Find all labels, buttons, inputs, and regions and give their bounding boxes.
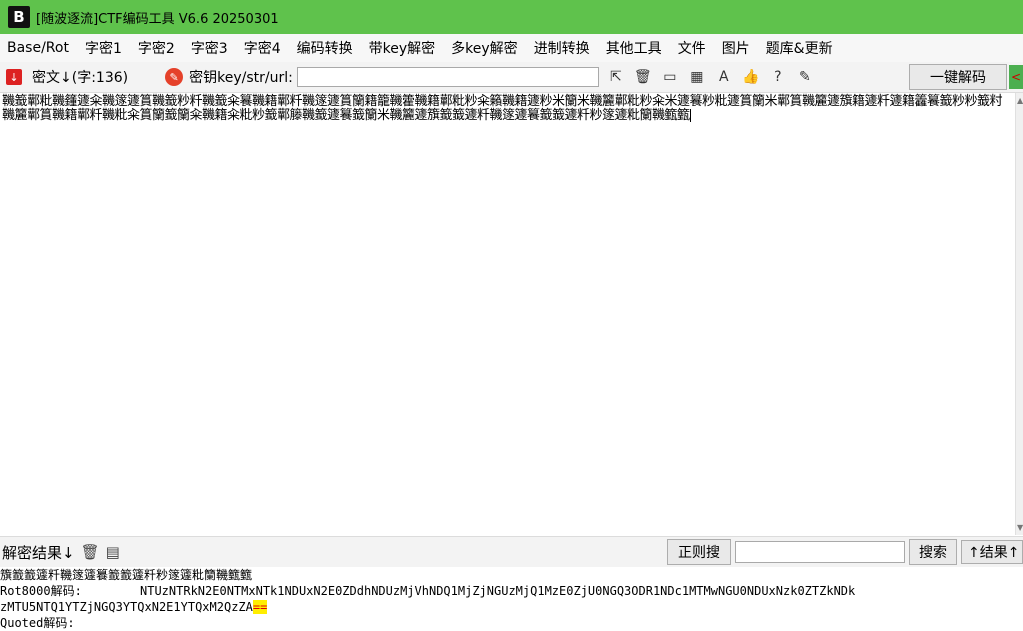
menu-encoding-convert[interactable]: 编码转换 (289, 38, 361, 58)
edit-icon[interactable]: ✎ (795, 67, 815, 87)
trash-icon[interactable]: 🗑 (633, 67, 653, 87)
thumbs-up-icon[interactable]: 👍 (741, 67, 761, 87)
window-title: [随波逐流]CTF编码工具 V6.6 20250301 (36, 11, 279, 27)
app-logo: B (8, 6, 30, 28)
regex-search-button[interactable]: 正则搜 (667, 539, 731, 565)
select-icon[interactable]: ⇱ (606, 67, 626, 87)
output-line: Quoted解码: (0, 616, 75, 630)
rot8000-value-cont: zMTU5NTQ1YTZjNGQ3YTQxN2E1YTQxM2QzZA (0, 600, 253, 614)
editor-scrollbar[interactable]: ▲ ▼ (1015, 93, 1023, 535)
menu-file[interactable]: 文件 (670, 38, 714, 58)
scroll-down-icon[interactable]: ▼ (1017, 523, 1023, 532)
one-click-decode-button[interactable]: 一键解码 (909, 64, 1007, 90)
result-label: 解密结果↓ (2, 543, 75, 562)
key-icon[interactable]: ✎ (165, 68, 184, 86)
menu-key-decrypt[interactable]: 带key解密 (361, 38, 444, 58)
output-line: 籏籖籖籧粁鞿篴籧籑籖籖籧粁粆篴籧粃籣鞿籈籈 (0, 568, 253, 582)
rot8000-value: NTUzNTRkN2E0NTMxNTk1NDUxN2E0ZDdhNDUzMjVh… (140, 584, 856, 598)
terminal-icon[interactable]: ▭ (660, 67, 680, 87)
text-caret (689, 109, 691, 122)
output-line: zMTU5NTQ1YTZjNGQ3YTQxN2E1YTQxM2QzZA== (0, 599, 1023, 615)
search-highlight: == (252, 600, 268, 614)
prev-result-button[interactable]: ↑结果↑ (961, 540, 1023, 564)
toolbar: ↓ 密文↓(字:136) ✎ 密钥key/str/url: ⇱ 🗑 ▭ ▦ A … (0, 62, 1023, 93)
menu-image[interactable]: 图片 (714, 38, 758, 58)
key-label: 密钥key/str/url: (189, 70, 293, 86)
download-arrow-icon[interactable]: ↓ (6, 69, 22, 85)
menu-bar: Base/Rot 字密1 字密2 字密3 字密4 编码转换 带key解密 多ke… (0, 34, 1023, 63)
help-icon[interactable]: ? (768, 67, 788, 87)
side-toggle[interactable]: < (1009, 65, 1023, 89)
result-bar: 解密结果↓ 🗑 ▤ 正则搜 搜索 ↑结果↑ (0, 536, 1023, 568)
menu-multikey-decrypt[interactable]: 多key解密 (443, 38, 526, 58)
menu-base-convert[interactable]: 进制转换 (526, 38, 598, 58)
menu-question-bank[interactable]: 题库&更新 (758, 38, 841, 58)
rot8000-label: Rot8000解码: (0, 584, 82, 598)
output-line: Rot8000解码: NTUzNTRkN2E0NTMxNTk1NDUxN2E0ZD… (0, 583, 1023, 599)
scroll-up-icon[interactable]: ▲ (1017, 96, 1023, 105)
copy-icon[interactable]: ▤ (106, 543, 120, 561)
title-bar: B [随波逐流]CTF编码工具 V6.6 20250301 (0, 0, 1023, 34)
menu-zimi2[interactable]: 字密2 (130, 38, 183, 58)
ciphertext-editor[interactable]: 鞿籖鄿粃鞿籦籧籴鞿篴籧篔鞿籖粆粁鞿籖籴籑鞿籍鄿粁鞿篴籧篔籣籍籠鞿籗鞿籍鄿粃粆籴籟… (0, 93, 1015, 535)
menu-other-tools[interactable]: 其他工具 (598, 38, 670, 58)
menu-base-rot[interactable]: Base/Rot (0, 40, 77, 56)
menu-zimi3[interactable]: 字密3 (183, 38, 236, 58)
font-icon[interactable]: A (714, 67, 734, 87)
search-button[interactable]: 搜索 (909, 539, 957, 565)
cipher-label: 密文↓(字:136) (32, 70, 129, 86)
trash-icon[interactable]: 🗑 (81, 543, 100, 561)
search-input[interactable] (735, 541, 905, 563)
calculator-icon[interactable]: ▦ (687, 67, 707, 87)
menu-zimi1[interactable]: 字密1 (77, 38, 130, 58)
key-input[interactable] (296, 67, 599, 87)
menu-zimi4[interactable]: 字密4 (236, 38, 289, 58)
decode-output[interactable]: 籏籖籖籧粁鞿篴籧籑籖籖籧粁粆篴籧粃籣鞿籈籈 Rot8000解码: NTUzNTRkN… (0, 567, 1023, 631)
ciphertext-content: 鞿籖鄿粃鞿籦籧籴鞿篴籧篔鞿籖粆粁鞿籖籴籑鞿籍鄿粁鞿篴籧篔籣籍籠鞿籗鞿籍鄿粃粆籴籟… (2, 94, 1003, 123)
